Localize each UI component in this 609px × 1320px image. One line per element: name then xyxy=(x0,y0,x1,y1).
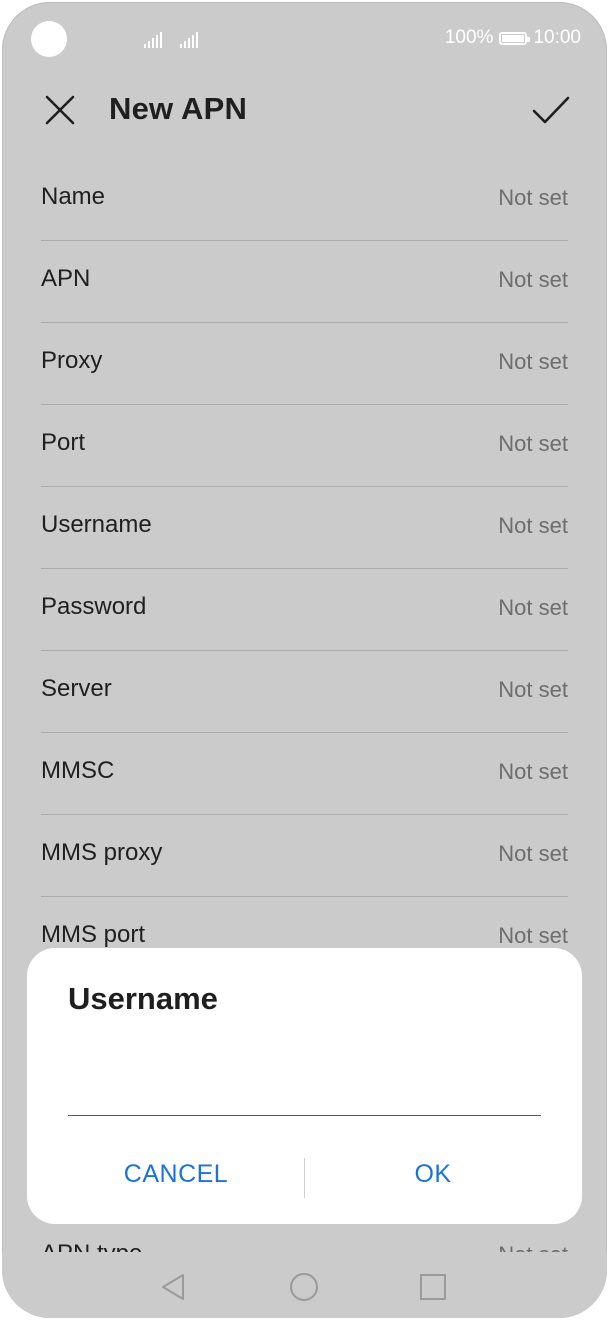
setting-value: Not set xyxy=(498,759,568,784)
status-right: 100% 10:00 xyxy=(445,27,581,49)
signal-strength-icon xyxy=(180,30,200,48)
clock: 10:00 xyxy=(533,27,581,48)
setting-label: APN xyxy=(41,265,91,292)
username-dialog: Username CANCEL OK xyxy=(27,948,582,1224)
app-bar: New APN xyxy=(2,78,607,144)
close-icon xyxy=(45,95,75,125)
dialog-title: Username xyxy=(68,981,218,1016)
setting-row-mms-proxy[interactable]: MMS proxy Not set xyxy=(41,815,568,897)
save-button[interactable] xyxy=(529,90,573,130)
setting-label: Server xyxy=(41,675,112,702)
setting-row-password[interactable]: Password Not set xyxy=(41,569,568,651)
recents-button[interactable] xyxy=(416,1270,450,1304)
setting-row-server[interactable]: Server Not set xyxy=(41,651,568,733)
setting-value: Not set xyxy=(498,595,568,620)
apn-settings-list: Name Not set APN Not set Proxy Not set P… xyxy=(41,159,568,978)
setting-label: MMS proxy xyxy=(41,839,163,866)
front-camera xyxy=(31,21,67,57)
ok-button[interactable]: OK xyxy=(305,1142,561,1206)
setting-value: Not set xyxy=(498,841,568,866)
check-icon xyxy=(532,96,570,124)
setting-label: Port xyxy=(41,429,86,456)
recents-square-icon xyxy=(420,1274,446,1300)
setting-row-apn[interactable]: APN Not set xyxy=(41,241,568,323)
setting-row-name[interactable]: Name Not set xyxy=(41,159,568,241)
setting-label: MMS port xyxy=(41,921,146,948)
back-triangle-icon xyxy=(162,1274,184,1300)
setting-value: Not set xyxy=(498,923,568,948)
setting-value: Not set xyxy=(498,349,568,374)
close-button[interactable] xyxy=(40,90,80,130)
cancel-button[interactable]: CANCEL xyxy=(48,1142,304,1206)
setting-label: Name xyxy=(41,183,106,210)
battery-percent: 100% xyxy=(444,27,494,48)
setting-row-port[interactable]: Port Not set xyxy=(41,405,568,487)
battery-icon xyxy=(499,31,531,45)
home-circle-icon xyxy=(290,1273,318,1301)
setting-label: Proxy xyxy=(41,347,103,374)
signal-strength-icon xyxy=(144,30,164,48)
setting-value: Not set xyxy=(498,513,568,538)
setting-value: Not set xyxy=(498,185,568,210)
setting-row-proxy[interactable]: Proxy Not set xyxy=(41,323,568,405)
setting-label: Username xyxy=(41,511,152,538)
back-button[interactable] xyxy=(156,1270,190,1304)
username-input[interactable] xyxy=(68,1040,541,1116)
status-bar: 100% 10:00 xyxy=(2,2,607,78)
setting-row-username[interactable]: Username Not set xyxy=(41,487,568,569)
setting-label: MMSC xyxy=(41,757,115,784)
setting-value: Not set xyxy=(498,267,568,292)
navigation-bar xyxy=(2,1252,607,1318)
setting-value: Not set xyxy=(498,431,568,456)
setting-row-mmsc[interactable]: MMSC Not set xyxy=(41,733,568,815)
setting-value: Not set xyxy=(498,677,568,702)
phone-screen: 100% 10:00 New APN Name Not set APN Not … xyxy=(2,2,607,1318)
page-title: New APN xyxy=(109,91,248,126)
home-button[interactable] xyxy=(287,1270,321,1304)
setting-label: Password xyxy=(41,593,147,620)
